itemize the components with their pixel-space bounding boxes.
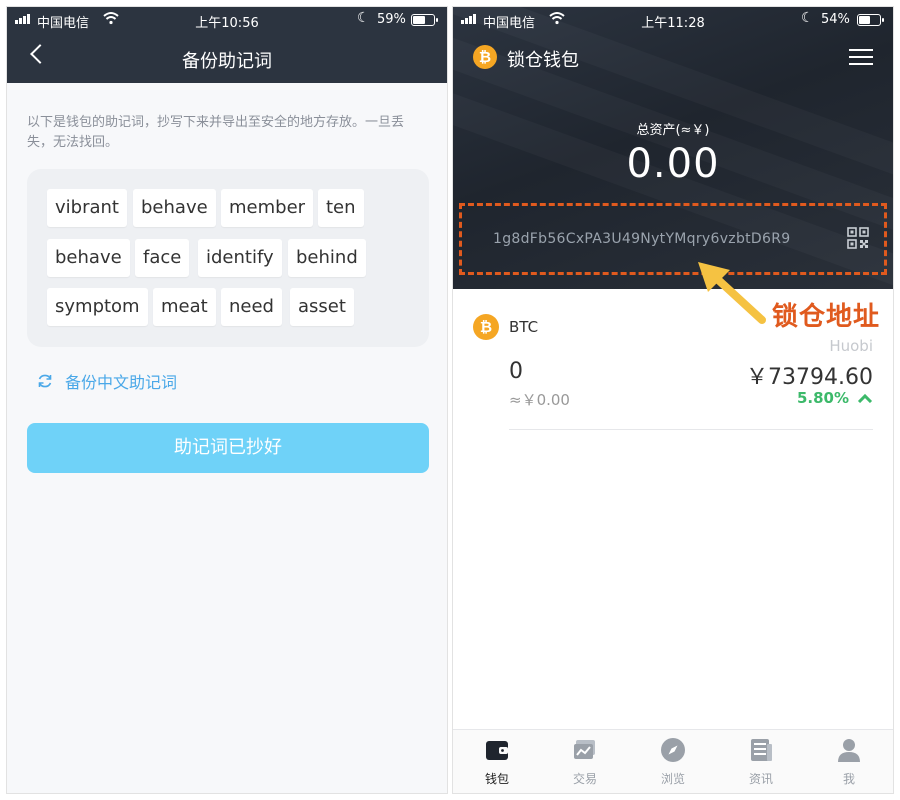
- mnemonic-word-grid: vibrant behave member ten behave face id…: [27, 169, 429, 347]
- address-highlight-box: [459, 203, 887, 275]
- price-change-value: 5.80%: [796, 389, 849, 407]
- mnemonic-word: behave: [133, 189, 216, 227]
- total-assets-value: 0.00: [626, 141, 720, 187]
- moon-icon: ☾: [357, 10, 370, 26]
- mnemonic-word: behave: [47, 239, 130, 277]
- battery-percent: 54%: [821, 12, 850, 27]
- price-change: 5.80%: [797, 389, 873, 407]
- tab-trade[interactable]: 交易: [541, 730, 629, 793]
- compass-icon: [661, 738, 685, 762]
- asset-cny-value: ≈￥0.00: [509, 391, 570, 409]
- status-bar: 中国电信 上午11:28 ☾ 54%: [453, 7, 893, 33]
- tab-wallet[interactable]: 钱包: [453, 730, 541, 793]
- battery-icon: [411, 14, 438, 26]
- up-arrow-icon: [857, 393, 873, 403]
- battery-icon: [857, 14, 884, 26]
- asset-amount: 0: [509, 359, 523, 384]
- app-title: 锁仓钱包: [507, 50, 579, 71]
- divider: [509, 429, 873, 430]
- news-icon: [751, 739, 772, 761]
- mnemonic-word: behind: [288, 239, 366, 277]
- tab-label: 资讯: [748, 772, 773, 786]
- mnemonic-word: asset: [290, 288, 354, 326]
- mnemonic-word: symptom: [47, 288, 148, 326]
- alt-link-label: 备份中文助记词: [65, 373, 178, 392]
- wallet-icon: [486, 741, 508, 760]
- status-bar: 中国电信 上午10:56 ☾ 59%: [7, 7, 447, 33]
- mnemonic-word: meat: [153, 288, 216, 326]
- lock-address-annotation: 锁仓地址: [772, 302, 881, 332]
- refresh-icon: [38, 374, 52, 388]
- menu-icon[interactable]: [849, 49, 873, 65]
- tab-label: 浏览: [660, 772, 685, 786]
- bitcoin-logo-icon: ₿: [473, 45, 497, 69]
- mnemonic-word: member: [221, 189, 314, 227]
- bitcoin-coin-icon: ₿: [473, 314, 499, 340]
- nav-header: 中国电信 上午10:56 ☾ 59% 备份助记词: [7, 7, 447, 83]
- tab-label: 我: [842, 772, 855, 786]
- battery-percent: 59%: [377, 12, 406, 27]
- user-icon: [838, 739, 860, 762]
- backup-mnemonic-screen: 中国电信 上午10:56 ☾ 59% 备份助记词 以下是钱包的助记词，抄写下来并…: [6, 6, 448, 794]
- mnemonic-word: need: [221, 288, 282, 326]
- asset-symbol: BTC: [509, 318, 539, 336]
- tab-news[interactable]: 资讯: [717, 730, 805, 793]
- mnemonic-copied-button[interactable]: 助记词已抄好: [27, 423, 429, 473]
- instruction-text: 以下是钱包的助记词，抄写下来并导出至安全的地方存放。一旦丢失，无法找回。: [27, 115, 405, 150]
- wallet-screen: 中国电信 上午11:28 ☾ 54% ₿ 锁仓钱包 总资产(≈￥) 0.00 1…: [452, 6, 894, 794]
- mnemonic-word: vibrant: [47, 189, 127, 227]
- bottom-tab-bar: 钱包 交易 浏览 资讯 我: [453, 729, 893, 793]
- page-title: 备份助记词: [182, 51, 272, 72]
- tab-label: 钱包: [484, 772, 509, 786]
- asset-price: ￥73794.60: [746, 365, 873, 390]
- tab-me[interactable]: 我: [805, 730, 893, 793]
- moon-icon: ☾: [801, 10, 814, 26]
- mnemonic-word: identify: [198, 239, 282, 277]
- annotation-arrow-icon: [698, 262, 766, 324]
- exchange-name: Huobi: [829, 337, 873, 355]
- chart-icon: [574, 740, 595, 759]
- tab-browse[interactable]: 浏览: [629, 730, 717, 793]
- mnemonic-word: ten: [318, 189, 364, 227]
- backup-chinese-mnemonic-link[interactable]: 备份中文助记词: [37, 369, 177, 393]
- wallet-header: 中国电信 上午11:28 ☾ 54% ₿ 锁仓钱包 总资产(≈￥) 0.00 1…: [453, 7, 893, 289]
- total-assets-label: 总资产(≈￥): [636, 123, 710, 138]
- mnemonic-word: face: [135, 239, 190, 277]
- tab-label: 交易: [572, 772, 597, 786]
